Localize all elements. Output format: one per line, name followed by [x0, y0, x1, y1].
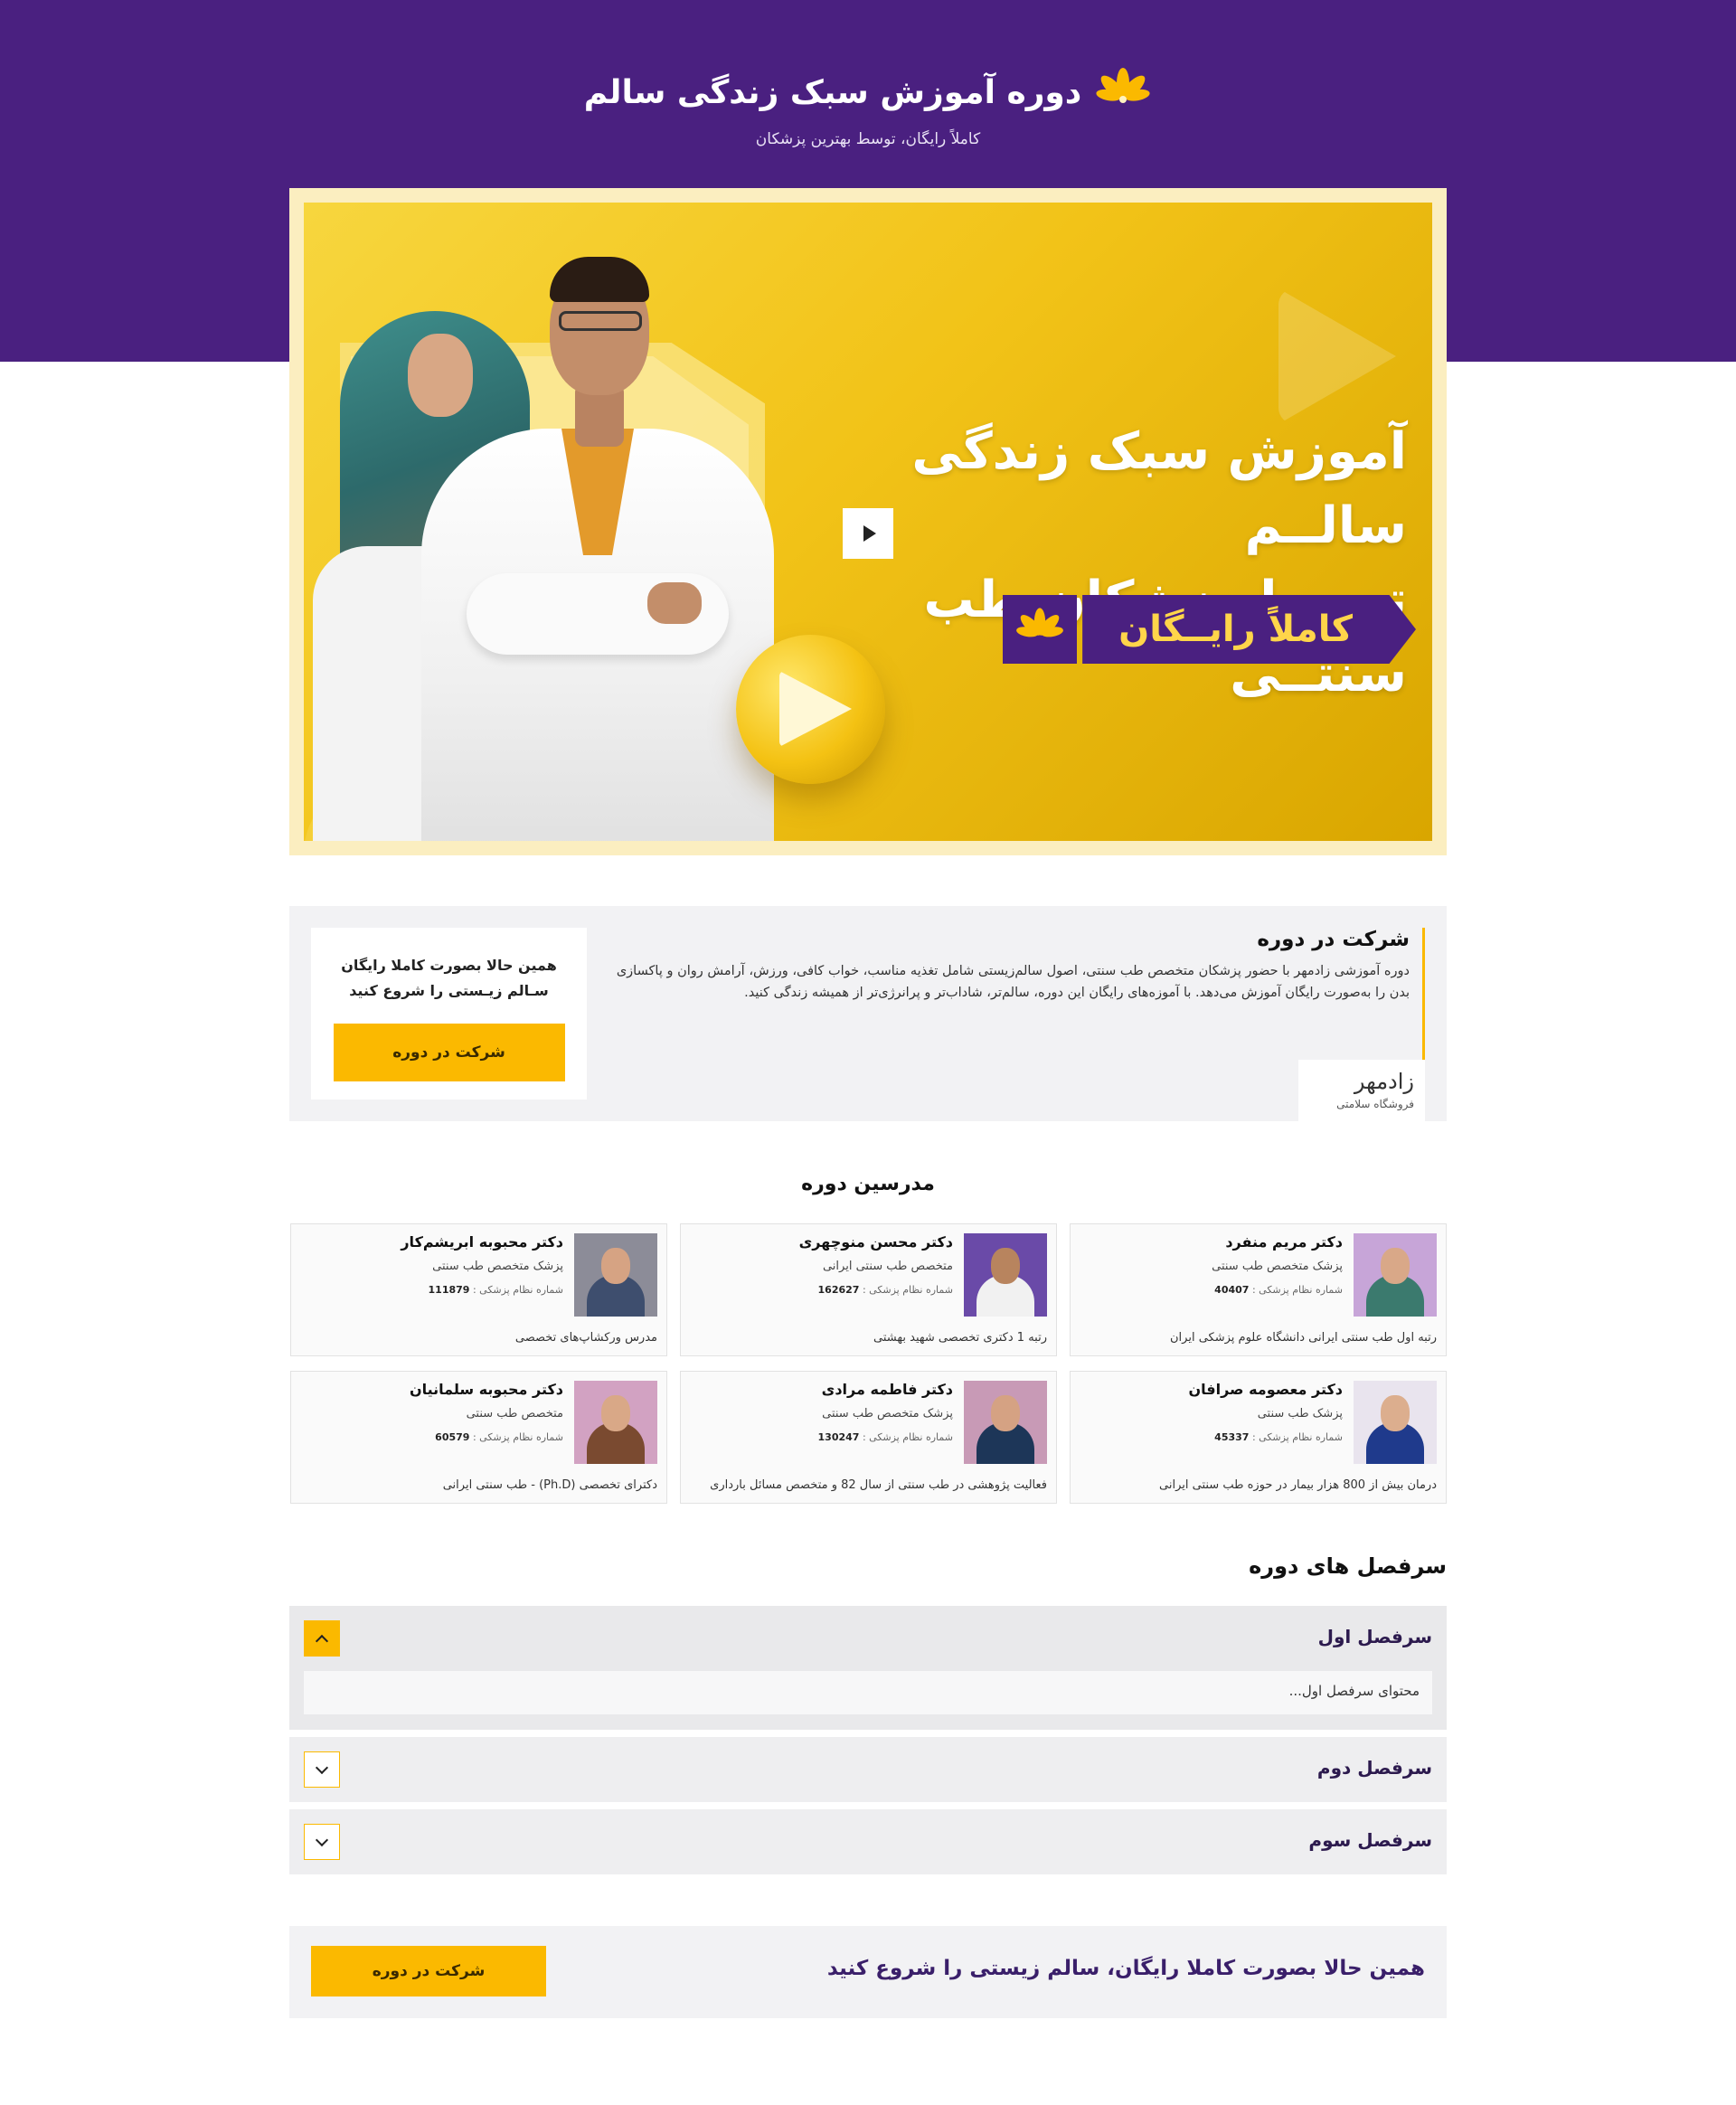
instructor-specialty: پزشک متخصص طب سنتی [1212, 1260, 1343, 1273]
syllabus-section-2[interactable]: سرفصل دوم [289, 1737, 1447, 1802]
instructor-license: شماره نظام پزشکی : 45337 [1188, 1431, 1343, 1443]
license-label: شماره نظام پزشکی : [472, 1431, 563, 1443]
page-subtitle: کاملاً رایگان، توسط بهترین پزشکان [755, 130, 981, 148]
join-course-section: شرکت در دوره دوره آموزشی زادمهر با حضور … [289, 906, 1447, 1130]
saffron-flower-icon [1003, 595, 1078, 664]
play-icon [863, 525, 876, 542]
join-course-info: شرکت در دوره دوره آموزشی زادمهر با حضور … [593, 928, 1425, 1130]
license-number: 130247 [817, 1431, 860, 1443]
syllabus-section-label[interactable]: سرفصل دوم [1317, 1757, 1432, 1779]
instructor-name: دکتر محسن منوچهری [798, 1233, 953, 1251]
syllabus-section-1[interactable]: سرفصل اول محتوای سرفصل اول... [289, 1606, 1447, 1730]
join-course-button[interactable]: شرکت در دوره [333, 1024, 565, 1081]
instructors-title: مدرسین دوره [801, 1173, 935, 1195]
instructor-photo [964, 1381, 1047, 1464]
saffron-flower-icon [1096, 68, 1150, 103]
instructor-card[interactable]: دکتر معصومه صرافان پزشک طب سنتی شماره نظ… [1070, 1371, 1447, 1504]
license-label: شماره نظام پزشکی : [862, 1284, 953, 1296]
instructor-photo [1354, 1381, 1437, 1464]
decorative-triangle [1278, 288, 1396, 424]
syllabus-section-label[interactable]: سرفصل اول [1318, 1626, 1432, 1647]
expand-toggle[interactable] [304, 1824, 340, 1860]
free-badge: کاملاً رایــگان [1003, 595, 1416, 664]
doctor-man-glasses [559, 311, 642, 331]
license-label: شماره نظام پزشکی : [1251, 1284, 1343, 1296]
video-play-button[interactable] [843, 508, 893, 559]
instructor-card[interactable]: دکتر فاطمه مرادی پزشک متخصص طب سنتی شمار… [680, 1371, 1057, 1504]
hero-banner[interactable]: آموزش سبک زندگی سالــم توسط پزشکان طب سن… [304, 203, 1432, 841]
doctor-man-hair [550, 257, 649, 302]
instructor-license: شماره نظام پزشکی : 40407 [1212, 1284, 1343, 1296]
license-number: 60579 [435, 1431, 470, 1443]
instructor-name: دکتر فاطمه مرادی [821, 1381, 953, 1398]
instructor-note: درمان بیش از 800 هزار بیمار در حوزه طب س… [1159, 1478, 1437, 1492]
instructor-card[interactable]: دکتر محبوبه ابریشم‌کار پزشک متخصص طب سنت… [290, 1223, 667, 1356]
bottom-cta-section: همین حالا بصورت کاملا رایگان، سالم زیستی… [289, 1926, 1447, 2018]
instructor-specialty: پزشک متخصص طب سنتی [432, 1260, 563, 1273]
join-cta-line2: سـالم زیـستی را شروع کنید [349, 982, 549, 999]
bottom-cta-text: همین حالا بصورت کاملا رایگان، سالم زیستی… [826, 1957, 1425, 1980]
instructor-specialty: متخصص طب سنتی ایرانی [822, 1260, 953, 1273]
license-number: 45337 [1214, 1431, 1250, 1443]
license-number: 111879 [428, 1284, 470, 1296]
instructor-specialty: پزشک طب سنتی [1257, 1407, 1343, 1421]
instructor-name: دکتر مریم منفرد [1225, 1233, 1343, 1251]
page-header: دوره آموزش سبک زندگی سالم کاملاً رایگان،… [0, 63, 1736, 148]
instructor-specialty: متخصص طب سنتی [466, 1407, 563, 1421]
instructor-note: دکترای تخصصی (Ph.D) - طب سنتی ایرانی [442, 1478, 657, 1492]
instructor-specialty: پزشک متخصص طب سنتی [822, 1407, 953, 1421]
instructor-note: مدرس ورکشاپ‌های تخصصی [514, 1331, 657, 1345]
license-label: شماره نظام پزشکی : [862, 1431, 953, 1443]
syllabus-section-3[interactable]: سرفصل سوم [289, 1809, 1447, 1874]
instructors-grid: دکتر مریم منفرد پزشک متخصص طب سنتی شماره… [289, 1223, 1447, 1504]
chevron-down-icon [315, 1760, 329, 1774]
instructor-name: دکتر معصومه صرافان [1188, 1381, 1343, 1398]
join-cta-line1: همین حالا بصورت کاملا رایگان [341, 957, 557, 974]
instructor-card[interactable]: دکتر محبوبه سلمانیان متخصص طب سنتی شماره… [290, 1371, 667, 1504]
chevron-up-icon [315, 1634, 329, 1647]
join-cta-text: همین حالا بصورت کاملا رایگان سـالم زیـست… [311, 953, 587, 1004]
collapse-toggle[interactable] [304, 1620, 340, 1657]
syllabus-section-content: محتوای سرفصل اول... [304, 1671, 1432, 1714]
join-course-title: شرکت در دوره [1257, 928, 1410, 951]
instructor-photo [574, 1381, 657, 1464]
instructor-note: رتبه اول طب سنتی ایرانی دانشگاه علوم پزش… [1170, 1331, 1437, 1345]
instructor-note: رتبه 1 دکتری تخصصی شهید بهشتی [873, 1331, 1047, 1345]
doctor-man-hand [647, 582, 702, 624]
brand-name: زادمهر [1354, 1069, 1414, 1094]
license-label: شماره نظام پزشکی : [1251, 1431, 1343, 1443]
page-title: دوره آموزش سبک زندگی سالم [583, 73, 1082, 111]
join-cta-box: همین حالا بصورت کاملا رایگان سـالم زیـست… [311, 928, 587, 1100]
instructor-card[interactable]: دکتر مریم منفرد پزشک متخصص طب سنتی شماره… [1070, 1223, 1447, 1356]
instructor-license: شماره نظام پزشکی : 162627 [799, 1284, 953, 1296]
doctor-woman-face [408, 334, 473, 417]
instructor-card[interactable]: دکتر محسن منوچهری متخصص طب سنتی ایرانی ش… [680, 1223, 1057, 1356]
instructor-photo [964, 1233, 1047, 1317]
instructor-license: شماره نظام پزشکی : 60579 [410, 1431, 563, 1443]
instructor-license: شماره نظام پزشکی : 130247 [818, 1431, 953, 1443]
instructor-name: دکتر محبوبه سلمانیان [409, 1381, 563, 1398]
hero-headline: آموزش سبک زندگی سالــم توسط پزشکان طب سن… [828, 415, 1407, 712]
join-course-button-bottom[interactable]: شرکت در دوره [311, 1946, 546, 1996]
chevron-down-icon [315, 1833, 329, 1846]
instructor-note: فعالیت پژوهشی در طب سنتی از سال 82 و متخ… [710, 1478, 1047, 1492]
syllabus-section-label[interactable]: سرفصل سوم [1308, 1829, 1432, 1851]
hero-banner-frame: آموزش سبک زندگی سالــم توسط پزشکان طب سن… [289, 188, 1447, 855]
hero-headline-line1: آموزش سبک زندگی سالــم [911, 422, 1407, 555]
instructor-photo [574, 1233, 657, 1317]
syllabus-title: سرفصل های دوره [1249, 1553, 1447, 1579]
instructor-name: دکتر محبوبه ابریشم‌کار [401, 1233, 563, 1251]
join-course-description: دوره آموزشی زادمهر با حضور پزشکان متخصص … [616, 964, 1410, 1000]
license-number: 40407 [1214, 1284, 1250, 1296]
free-badge-label: کاملاً رایــگان [1082, 595, 1416, 664]
brand-tagline: فروشگاه سلامتی [1336, 1098, 1414, 1110]
license-number: 162627 [817, 1284, 860, 1296]
license-label: شماره نظام پزشکی : [472, 1284, 563, 1296]
brand-logo: زادمهر فروشگاه سلامتی [1298, 1060, 1425, 1130]
instructor-license: شماره نظام پزشکی : 111879 [401, 1284, 563, 1296]
instructor-photo [1354, 1233, 1437, 1317]
expand-toggle[interactable] [304, 1751, 340, 1788]
